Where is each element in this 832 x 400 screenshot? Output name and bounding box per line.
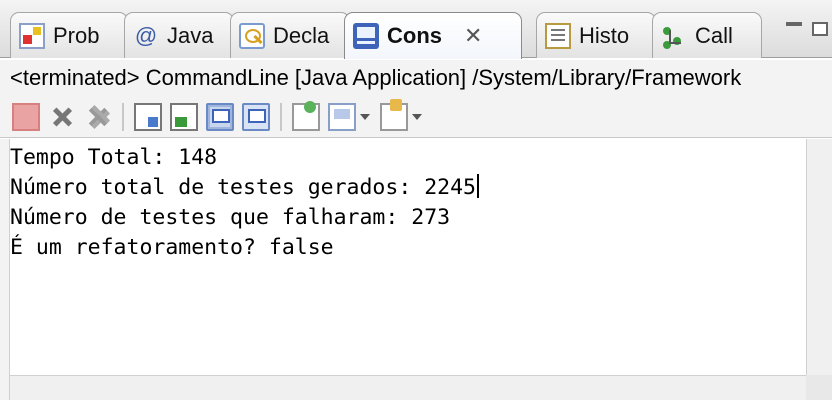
tab-declaration[interactable]: Decla [230,12,350,58]
tab-call-hierarchy[interactable]: Call [652,12,762,58]
remove-launch-icon[interactable] [48,103,76,131]
tab-label: Cons [387,23,442,48]
maximize-icon[interactable] [812,22,828,36]
declaration-icon [239,22,265,49]
toolbar-separator [280,102,282,131]
display-console-icon[interactable] [328,102,356,131]
console-line: Tempo Total: 148 [10,145,218,170]
tab-history[interactable]: Histo [536,12,656,58]
call-hierarchy-icon [661,23,687,49]
tab-label: Java [167,22,214,48]
scrollbar-corner [806,375,832,400]
tab-problems[interactable]: Prob [10,12,128,58]
clear-console-icon[interactable] [134,102,162,131]
history-icon [545,22,571,49]
minimize-icon[interactable] [786,22,802,26]
console-line: Número total de testes gerados: 2245 [10,173,806,203]
console-icon [353,23,379,49]
tab-label: Call [695,22,733,48]
tab-javadoc[interactable]: @ Java [124,12,234,58]
remove-all-terminated-icon[interactable] [84,103,112,131]
show-on-output-icon[interactable] [206,102,234,131]
scroll-lock-icon[interactable] [170,102,198,131]
javadoc-icon: @ [134,22,158,48]
console-line: Número de testes que falharam: 273 [10,205,451,230]
view-tab-bar: Prob @ Java Decla Cons ✕ Histo Call [0,0,832,59]
tab-label: Decla [273,22,330,48]
tab-console[interactable]: Cons ✕ [344,12,522,59]
close-icon[interactable]: ✕ [464,23,482,49]
process-status: <terminated> CommandLine [Java Applicati… [0,60,832,96]
open-console-icon[interactable] [380,98,408,131]
problems-icon [19,22,45,49]
tab-label: Prob [53,22,100,48]
chevron-down-icon[interactable] [360,113,370,120]
left-gutter [0,139,10,400]
pin-console-icon[interactable] [292,100,320,131]
chevron-down-icon[interactable] [412,113,422,120]
toolbar-separator [122,102,124,131]
text-caret [477,174,479,198]
view-window-controls [786,22,828,36]
console-line-text: Número total de testes gerados: 2245 [10,175,476,200]
tab-label: Histo [579,22,630,48]
terminate-icon[interactable] [12,102,40,131]
vertical-scrollbar[interactable] [806,139,832,375]
console-output[interactable]: Tempo Total: 148 Número total de testes … [10,139,806,375]
console-line: É um refatoramento? false [10,235,334,260]
console-view: Prob @ Java Decla Cons ✕ Histo Call <ter… [0,0,832,400]
show-on-error-icon[interactable] [242,102,270,131]
console-toolbar [0,96,832,138]
horizontal-scrollbar[interactable] [10,375,806,400]
